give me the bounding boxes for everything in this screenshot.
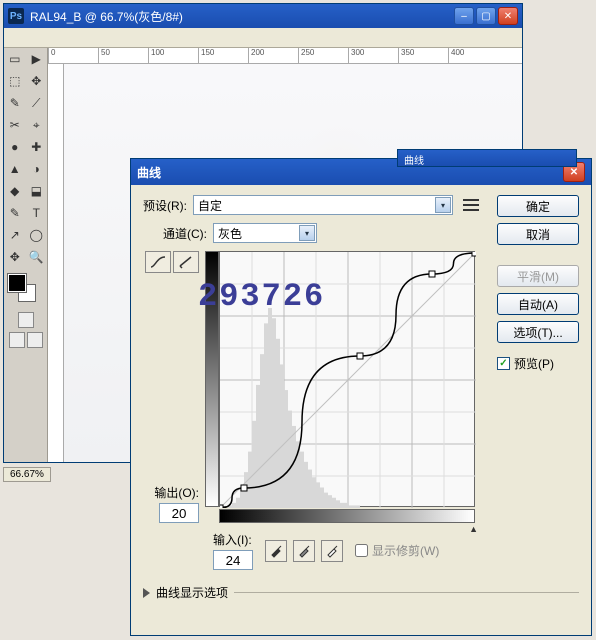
options-button[interactable]: 选项(T)... [497,321,579,343]
minimize-button[interactable]: – [454,7,474,25]
tool-zoom[interactable]: 🔍 [26,246,48,268]
tool-history[interactable]: ✚ [26,136,48,158]
dialog-tab: 曲线 [397,149,577,167]
tool-marquee[interactable]: ▭ [4,48,26,70]
output-input[interactable] [159,503,199,523]
preview-label: 预览(P) [514,355,554,372]
preset-label: 预设(R): [143,197,187,214]
chevron-down-icon: ▾ [299,225,315,241]
eyedropper-white-button[interactable] [321,540,343,562]
pencil-icon [177,255,195,269]
tool-shape[interactable]: ◯ [26,224,48,246]
tool-dodge[interactable]: ⬓ [26,180,48,202]
tool-move[interactable]: ▶ [26,48,48,70]
curve-display-disclosure[interactable]: 曲线显示选项 [143,584,579,601]
screenmode-button-2[interactable] [27,332,43,348]
disclosure-label: 曲线显示选项 [156,584,228,601]
chevron-down-icon: ▾ [435,197,451,213]
curves-dialog: 曲线 曲线 ✕ 预设(R): 自定 ▾ 通道(C): 灰色 ▾ [130,158,592,636]
maximize-button[interactable]: ▢ [476,7,496,25]
tool-slice[interactable]: ⟋ [26,92,48,114]
tool-pen[interactable]: ✎ [4,202,26,224]
eyedropper-black-button[interactable] [265,540,287,562]
tool-brush[interactable]: ⌖ [26,114,48,136]
tool-blur[interactable]: ◆ [4,180,26,202]
document-title: RAL94_B @ 66.7%(灰色/8#) [30,8,454,25]
ok-button[interactable]: 确定 [497,195,579,217]
quickmask-button[interactable] [18,312,34,328]
ps-titlebar[interactable]: Ps RAL94_B @ 66.7%(灰色/8#) – ▢ ✕ [4,4,522,28]
ruler-vertical [48,64,64,462]
channel-select[interactable]: 灰色 ▾ [213,223,317,243]
auto-button[interactable]: 自动(A) [497,293,579,315]
tool-type[interactable]: T [26,202,48,224]
preset-select[interactable]: 自定 ▾ [193,195,453,215]
output-gradient [205,251,219,507]
eyedropper-icon [325,544,339,558]
tool-wand[interactable]: ✥ [26,70,48,92]
tool-crop[interactable]: ✎ [4,92,26,114]
preview-checkbox[interactable]: ✓ 预览(P) [497,355,579,372]
tool-stamp[interactable]: ● [4,136,26,158]
curve-line [220,252,476,508]
checkmark-icon: ✓ [497,357,510,370]
input-input[interactable] [213,550,253,570]
show-clipping-label: 显示修剪(W) [372,542,439,559]
tool-lasso[interactable]: ⬚ [4,70,26,92]
preset-value: 自定 [198,197,222,214]
eyedropper-gray-button[interactable] [293,540,315,562]
ruler-horizontal: 050100150200250300350400 [48,48,522,64]
curve-icon [149,255,167,269]
channel-value: 灰色 [218,225,242,242]
show-clipping-checkbox[interactable]: 显示修剪(W) [355,542,439,559]
eyedropper-icon [297,544,311,558]
smooth-button[interactable]: 平滑(M) [497,265,579,287]
show-clipping-input[interactable] [355,544,368,557]
output-label: 输出(O): [154,484,199,501]
tool-hand[interactable]: ✥ [4,246,26,268]
curve-mode-button[interactable] [145,251,171,273]
tool-eraser[interactable]: ▲ [4,158,26,180]
channel-label: 通道(C): [163,225,207,242]
color-swatches[interactable] [8,274,43,304]
toolbox: ▭▶ ⬚✥ ✎⟋ ✂⌖ ●✚ ▲◑ ◆⬓ ✎T ↗◯ ✥🔍 [4,48,48,462]
curves-graph[interactable] [219,251,475,507]
eyedropper-icon [269,544,283,558]
triangle-right-icon [143,588,150,598]
photoshop-icon: Ps [8,8,24,24]
menu-bar[interactable] [4,28,522,48]
foreground-swatch[interactable] [8,274,26,292]
zoom-status[interactable]: 66.67% [3,467,51,482]
cancel-button[interactable]: 取消 [497,223,579,245]
input-gradient: ▲ [219,509,475,523]
screenmode-button[interactable] [9,332,25,348]
tool-heal[interactable]: ✂ [4,114,26,136]
input-label: 输入(I): [213,531,253,548]
gradient-marker-icon[interactable]: ▲ [469,524,478,534]
pencil-mode-button[interactable] [173,251,199,273]
tool-gradient[interactable]: ◑ [26,158,48,180]
close-button[interactable]: ✕ [498,7,518,25]
divider [234,592,579,593]
tool-path[interactable]: ↗ [4,224,26,246]
preset-menu-icon[interactable] [463,198,479,212]
